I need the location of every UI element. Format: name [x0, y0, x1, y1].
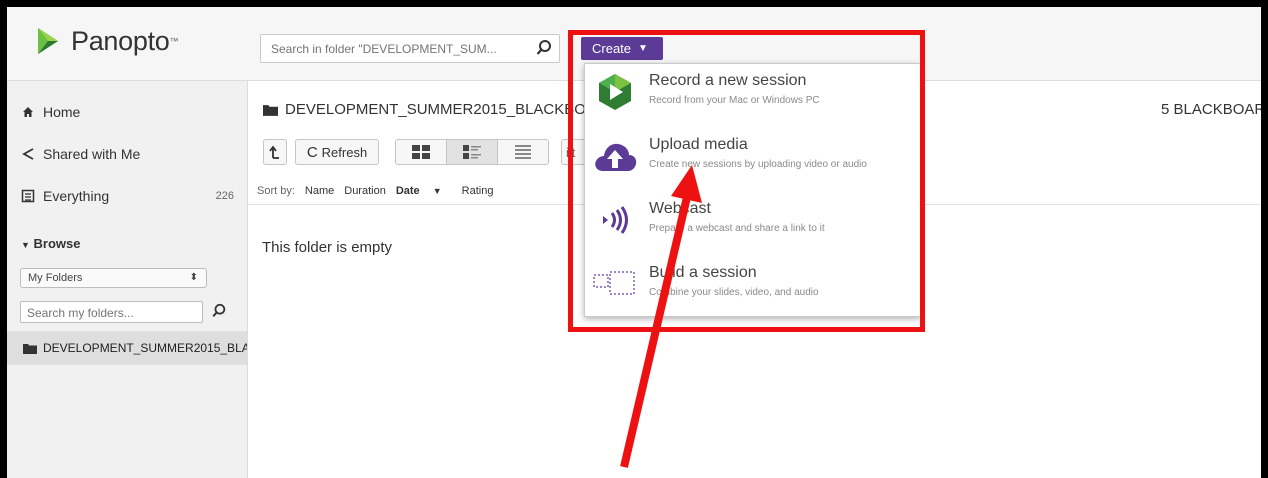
menu-item-title: Build a session — [649, 264, 757, 281]
up-arrow-icon — [269, 145, 279, 159]
home-icon — [19, 106, 37, 118]
sidebar-item-label: Home — [43, 104, 81, 120]
sidebar-item-home[interactable]: Home — [7, 97, 247, 127]
folder-icon — [263, 104, 278, 116]
chevron-down-icon: ▼ — [638, 43, 648, 54]
menu-item-webcast[interactable]: Webcast Prepare a webcast and share a li… — [585, 192, 920, 254]
everything-icon — [19, 189, 37, 203]
caret-down-icon: ▼ — [21, 240, 30, 250]
refresh-icon: C — [306, 143, 318, 161]
sidebar-item-shared[interactable]: Shared with Me — [7, 139, 247, 169]
detail-view-icon — [463, 145, 481, 159]
app-window: Panopto™ Create ▼ Home Shared with Me — [7, 7, 1261, 478]
sort-desc-icon: ▼ — [432, 186, 442, 196]
sort-option-rating[interactable]: Rating — [462, 185, 494, 197]
filter-label: ilt — [566, 144, 576, 160]
menu-item-title: Record a new session — [649, 72, 807, 89]
sort-option-duration[interactable]: Duration — [344, 185, 386, 197]
menu-item-description: Prepare a webcast and share a link to it — [649, 223, 825, 234]
view-details-button[interactable] — [446, 139, 498, 165]
breadcrumb-folder-name: DEVELOPMENT_SUMMER2015_BLACKBO — [285, 101, 586, 118]
cloud-upload-icon — [593, 134, 637, 178]
view-list-button[interactable] — [497, 139, 549, 165]
menu-item-build-session[interactable]: Build a session Combine your slides, vid… — [585, 256, 920, 318]
menu-item-upload-media[interactable]: Upload media Create new sessions by uplo… — [585, 128, 920, 190]
menu-item-description: Record from your Mac or Windows PC — [649, 95, 820, 106]
panopto-logo[interactable]: Panopto ™ — [32, 25, 179, 57]
my-folders-search[interactable] — [20, 301, 203, 323]
sidebar: Home Shared with Me Everything 226 ▼ Bro… — [7, 81, 248, 478]
sidebar-item-everything[interactable]: Everything 226 — [7, 181, 247, 211]
menu-item-title: Upload media — [649, 136, 748, 153]
create-button-label: Create — [592, 41, 632, 56]
folder-search-box[interactable] — [260, 34, 560, 63]
sidebar-item-label: Everything — [43, 188, 110, 204]
menu-item-description: Create new sessions by uploading video o… — [649, 159, 867, 170]
folder-select[interactable]: My Folders ⬍ — [20, 268, 207, 288]
browse-label: Browse — [33, 236, 81, 251]
sort-option-date-label: Date — [395, 185, 420, 197]
share-icon — [19, 147, 37, 161]
list-view-icon — [515, 145, 531, 159]
panopto-record-icon — [593, 70, 637, 114]
search-icon[interactable] — [535, 39, 553, 57]
grid-view-icon — [412, 145, 430, 159]
folder-search-input[interactable] — [25, 305, 199, 321]
sidebar-item-label: Shared with Me — [43, 146, 141, 162]
sort-option-date[interactable]: Date ▼ — [396, 185, 452, 197]
sort-label: Sort by: — [257, 185, 295, 197]
folder-label: DEVELOPMENT_SUMMER2015_BLA — [43, 341, 247, 355]
menu-item-title: Webcast — [649, 200, 711, 217]
breadcrumb-folder-title: 5 BLACKBOARD MMHAWES [assignments] — [1161, 101, 1261, 118]
search-input[interactable] — [269, 41, 535, 57]
sort-bar: Sort by: Name Duration Date ▼ Rating — [257, 185, 503, 197]
breadcrumb: DEVELOPMENT_SUMMER2015_BLACKBO — [263, 101, 586, 118]
folder-select-value: My Folders — [28, 272, 83, 284]
logo-trademark: ™ — [169, 36, 179, 46]
create-button[interactable]: Create ▼ — [581, 37, 663, 60]
create-dropdown-menu: Record a new session Record from your Ma… — [584, 63, 921, 317]
logo-text: Panopto — [71, 25, 170, 56]
refresh-button[interactable]: C Refresh — [295, 139, 379, 165]
menu-item-description: Combine your slides, video, and audio — [649, 287, 819, 298]
build-session-icon — [593, 262, 637, 306]
sort-option-name[interactable]: Name — [305, 185, 334, 197]
menu-item-record-session[interactable]: Record a new session Record from your Ma… — [585, 64, 920, 126]
folder-tree-item[interactable]: DEVELOPMENT_SUMMER2015_BLA — [7, 331, 247, 365]
panopto-logo-icon — [38, 28, 58, 54]
everything-count: 226 — [215, 190, 234, 202]
browse-header[interactable]: ▼ Browse — [21, 236, 81, 251]
folder-icon — [23, 343, 37, 354]
view-thumbnails-button[interactable] — [395, 139, 447, 165]
select-arrows-icon: ⬍ — [189, 272, 198, 283]
up-folder-button[interactable] — [263, 139, 287, 165]
empty-folder-message: This folder is empty — [262, 239, 393, 256]
search-icon[interactable] — [211, 303, 227, 319]
webcast-icon — [593, 198, 637, 242]
refresh-label: Refresh — [321, 144, 368, 160]
